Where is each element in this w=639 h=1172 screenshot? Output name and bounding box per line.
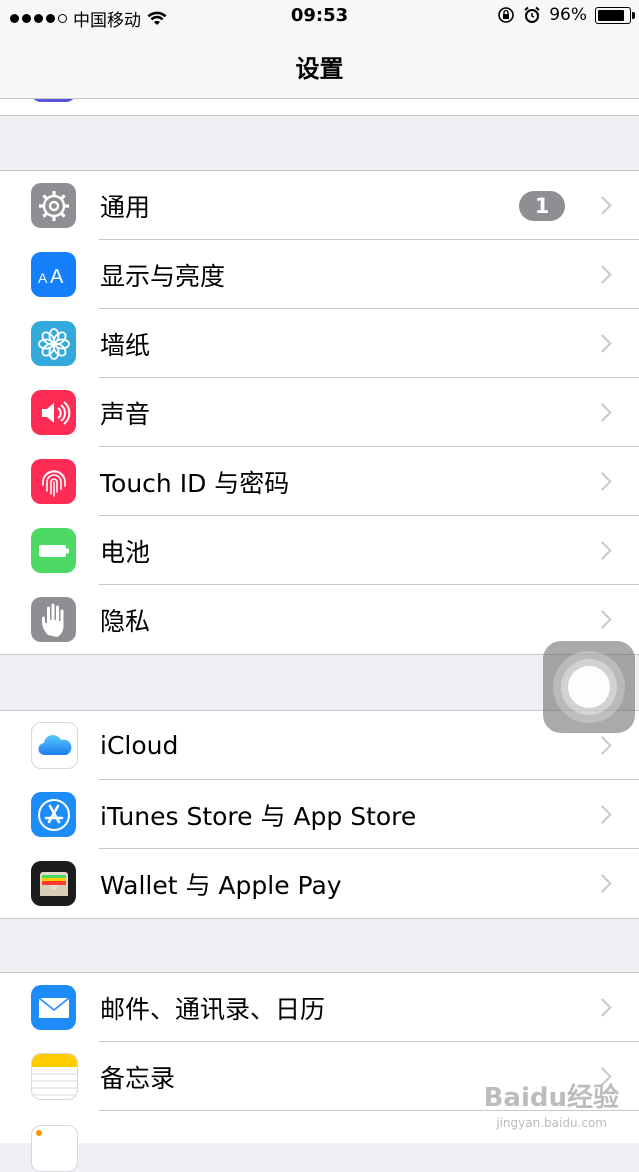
svg-text:A: A — [50, 266, 64, 287]
fingerprint-icon — [31, 459, 76, 504]
settings-row-label: 显示与亮度 — [100, 261, 226, 291]
hand-icon — [31, 597, 76, 642]
chevron-right-icon — [593, 265, 612, 284]
settings-row-label: Touch ID 与密码 — [100, 468, 290, 498]
settings-row-wallet[interactable]: Wallet 与 Apple Pay — [0, 849, 639, 918]
flower-icon — [31, 321, 76, 366]
chevron-right-icon — [593, 998, 612, 1017]
notes-icon — [31, 1053, 78, 1100]
settings-row-wallpaper[interactable]: 墙纸 — [0, 309, 639, 378]
settings-row-label: 备忘录 — [100, 1063, 176, 1093]
settings-row-label: 邮件、通讯录、日历 — [100, 994, 326, 1024]
settings-row-icloud[interactable]: iCloud — [0, 711, 639, 780]
settings-row-privacy[interactable]: 隐私 — [0, 585, 639, 654]
assistive-touch-button[interactable] — [543, 641, 635, 733]
chevron-right-icon — [593, 736, 612, 755]
page-title: 设置 — [295, 54, 344, 83]
chevron-right-icon — [593, 610, 612, 629]
chevron-right-icon — [593, 805, 612, 824]
rotation-lock-icon — [498, 7, 515, 23]
partial-app-icon — [31, 99, 76, 102]
settings-row-sounds[interactable]: 声音 — [0, 378, 639, 447]
speaker-icon — [31, 390, 76, 435]
settings-row-mail[interactable]: 邮件、通讯录、日历 — [0, 973, 639, 1042]
settings-row-label: iCloud — [100, 731, 179, 760]
settings-row-label: 隐私 — [100, 606, 151, 636]
battery-fill — [598, 9, 624, 21]
svg-text:A: A — [38, 270, 48, 286]
settings-section-accounts: iCloud iTunes Store 与 App Store Wallet 与… — [0, 710, 639, 919]
mail-icon — [31, 985, 76, 1030]
settings-row-display[interactable]: A A 显示与亮度 — [0, 240, 639, 309]
settings-section-general: 通用 1 A A 显示与亮度 墙纸 声音 Touch ID 与密码 电池 隐私 — [0, 170, 639, 655]
battery-icon — [595, 6, 635, 24]
settings-row-app-store[interactable]: iTunes Store 与 App Store — [0, 780, 639, 849]
partial-app-icon — [31, 1125, 78, 1172]
wallet-icon — [31, 861, 76, 906]
nav-bar: 设置 — [0, 34, 639, 99]
previous-row-peek — [0, 99, 639, 116]
settings-row-general[interactable]: 通用 1 — [0, 171, 639, 240]
chevron-right-icon — [593, 472, 612, 491]
battery-percent: 96% — [549, 5, 587, 25]
settings-row-label: 声音 — [100, 399, 151, 429]
gear-icon — [31, 183, 76, 228]
app-store-icon — [31, 792, 76, 837]
status-bar: 中国移动 09:53 96% — [0, 0, 639, 34]
watermark-url: jingyan.baidu.com — [496, 1116, 607, 1130]
watermark-logo: Baidu经验 — [483, 1083, 619, 1113]
settings-row-label: 墙纸 — [100, 330, 151, 360]
settings-row-touch-id[interactable]: Touch ID 与密码 — [0, 447, 639, 516]
alarm-icon — [524, 6, 540, 23]
chevron-right-icon — [593, 541, 612, 560]
text-size-icon: A A — [31, 252, 76, 297]
settings-row-label: iTunes Store 与 App Store — [100, 801, 417, 831]
battery-icon — [31, 528, 76, 573]
chevron-right-icon — [593, 196, 612, 215]
chevron-right-icon — [593, 403, 612, 422]
settings-row-label: Wallet 与 Apple Pay — [100, 870, 342, 900]
chevron-right-icon — [593, 874, 612, 893]
settings-row-battery[interactable]: 电池 — [0, 516, 639, 585]
status-right: 96% — [497, 5, 635, 25]
settings-row-label: 电池 — [100, 537, 151, 567]
chevron-right-icon — [593, 334, 612, 353]
update-badge: 1 — [519, 190, 565, 221]
cloud-icon — [31, 722, 78, 769]
settings-row-label: 通用 — [100, 192, 151, 222]
